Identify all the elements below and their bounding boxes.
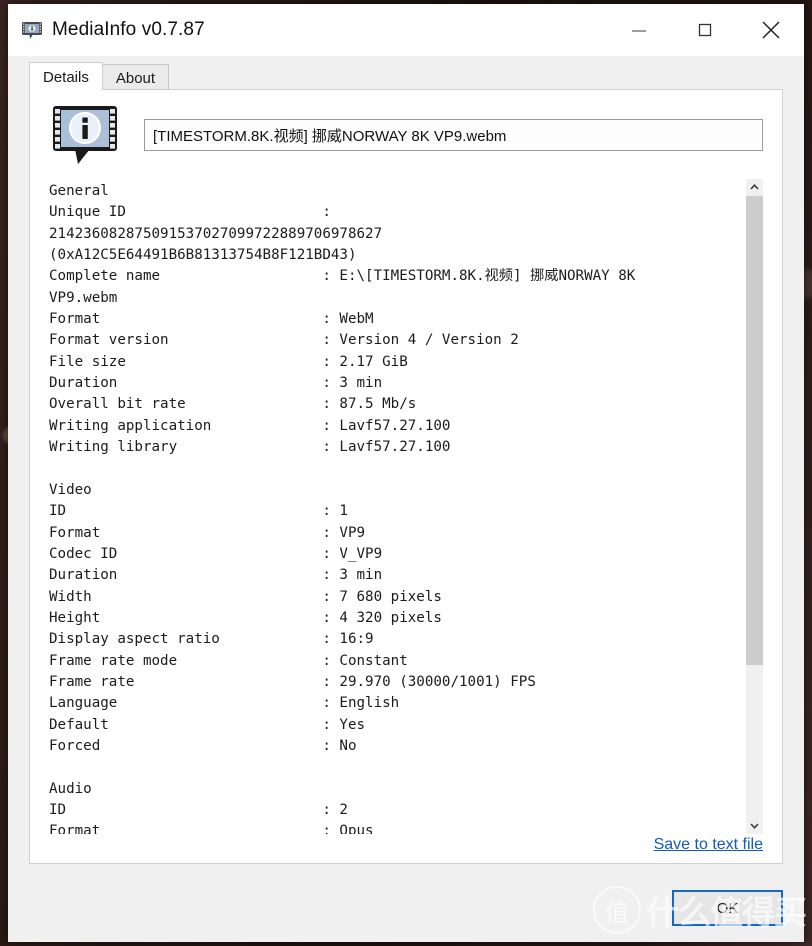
scroll-up-button[interactable] xyxy=(746,179,763,196)
file-header-row: [TIMESTORM.8K.视频] 挪威NORWAY 8K VP9.webm xyxy=(30,90,782,176)
details-scrollbar[interactable] xyxy=(746,179,763,834)
maximize-icon xyxy=(698,23,712,37)
tab-details[interactable]: Details xyxy=(29,62,103,90)
details-tab-page: [TIMESTORM.8K.视频] 挪威NORWAY 8K VP9.webm G… xyxy=(29,89,783,864)
ok-button-label: OK xyxy=(716,899,739,917)
details-scroll-area: General Unique ID : 21423608287509153702… xyxy=(49,179,763,834)
minimize-icon xyxy=(632,30,646,32)
chevron-up-icon xyxy=(750,184,759,190)
scrollbar-thumb[interactable] xyxy=(746,196,763,665)
tab-details-label: Details xyxy=(43,69,89,86)
scrollbar-track[interactable] xyxy=(746,196,763,817)
window-titlebar: MediaInfo v0.7.87 xyxy=(8,4,804,56)
close-button[interactable] xyxy=(738,4,804,56)
mediainfo-logo-icon xyxy=(53,106,117,164)
window-title: MediaInfo v0.7.87 xyxy=(52,19,205,40)
media-details-text[interactable]: General Unique ID : 21423608287509153702… xyxy=(49,179,746,834)
mediainfo-window: MediaInfo v0.7.87 Details About [TIMESTO… xyxy=(8,4,804,942)
dialog-button-bar: OK xyxy=(8,864,804,942)
maximize-button[interactable] xyxy=(672,4,738,56)
tab-strip: Details About xyxy=(8,56,804,90)
tab-about-label: About xyxy=(115,70,156,87)
scroll-down-button[interactable] xyxy=(746,817,763,834)
chevron-down-icon xyxy=(750,823,759,829)
window-controls xyxy=(606,4,804,56)
save-to-text-file-link[interactable]: Save to text file xyxy=(654,836,763,853)
filename-input[interactable]: [TIMESTORM.8K.视频] 挪威NORWAY 8K VP9.webm xyxy=(144,119,763,151)
mediainfo-logo-icon xyxy=(22,22,42,39)
tab-about[interactable]: About xyxy=(101,64,170,90)
ok-button[interactable]: OK xyxy=(672,890,783,926)
save-link-row: Save to text file xyxy=(654,836,763,854)
close-icon xyxy=(762,21,780,39)
minimize-button[interactable] xyxy=(606,4,672,56)
